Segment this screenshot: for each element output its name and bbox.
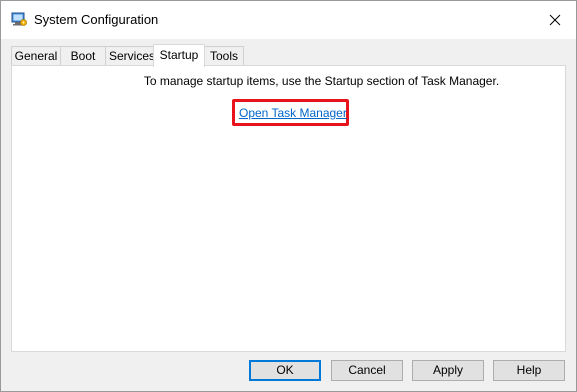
title-bar: System Configuration <box>1 1 576 39</box>
tab-boot[interactable]: Boot <box>60 46 106 65</box>
startup-panel: To manage startup items, use the Startup… <box>11 65 566 352</box>
close-icon <box>549 14 561 26</box>
ok-button[interactable]: OK <box>249 360 321 381</box>
instruction-text-row: To manage startup items, use the Startup… <box>12 74 567 88</box>
system-configuration-window: System Configuration General Boot Servic… <box>0 0 577 392</box>
close-button[interactable] <box>541 9 569 31</box>
cancel-button[interactable]: Cancel <box>331 360 403 381</box>
window-title: System Configuration <box>34 12 159 27</box>
apply-button[interactable]: Apply <box>412 360 484 381</box>
tab-tools[interactable]: Tools <box>204 46 244 65</box>
tab-startup[interactable]: Startup <box>153 44 205 67</box>
system-config-icon <box>11 11 27 27</box>
help-button[interactable]: Help <box>493 360 565 381</box>
tab-general[interactable]: General <box>11 46 61 65</box>
startup-instruction: To manage startup items, use the Startup… <box>143 74 500 88</box>
tab-services[interactable]: Services <box>105 46 159 65</box>
open-task-manager-link[interactable]: Open Task Manager <box>239 106 347 120</box>
